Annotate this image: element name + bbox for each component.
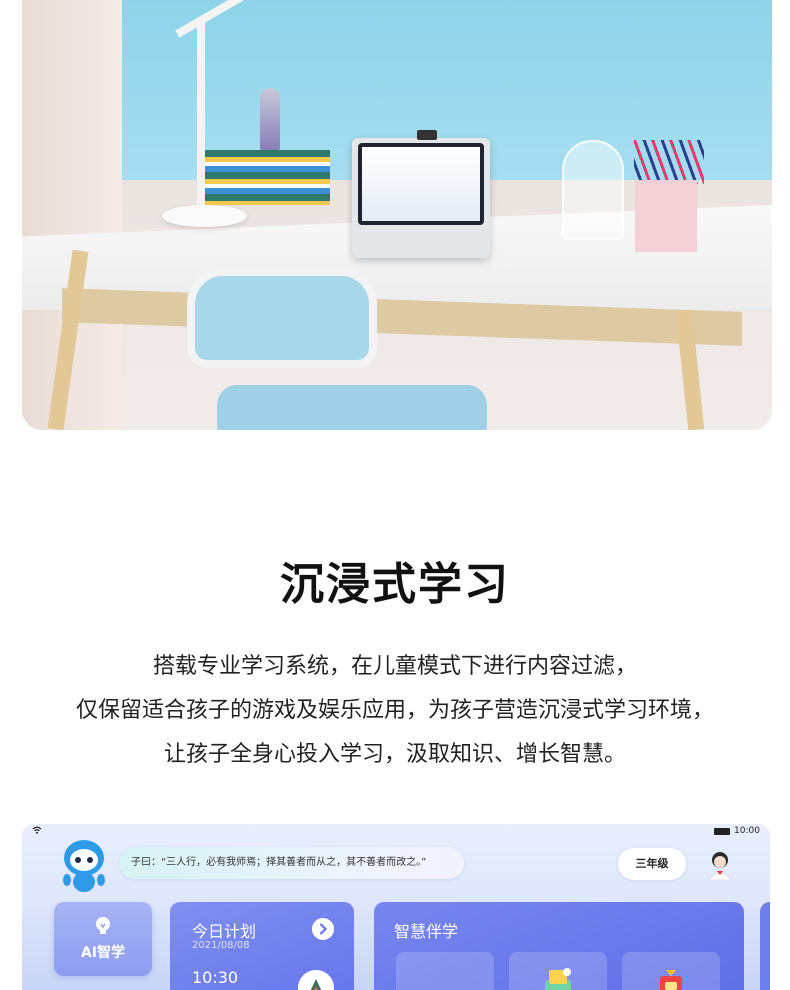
ai-learning-label: AI智学: [80, 945, 126, 961]
lamp-arm: [175, 0, 249, 38]
chevron-right-icon[interactable]: [312, 918, 334, 940]
camera: [417, 130, 437, 140]
description-line: 搭载专业学习系统，在儿童模式下进行内容过滤，: [152, 654, 637, 679]
rocket-toy: [260, 88, 280, 150]
pencil-cup: [635, 180, 697, 252]
lightbulb-icon: [96, 917, 110, 934]
battery-icon: [714, 828, 730, 835]
daily-quote: 子曰：“三人行，必有我师焉；择其善者而从之，其不善者而改之。”: [119, 847, 464, 879]
section-title: 沉浸式学习: [280, 559, 510, 610]
section-description: 搭载专业学习系统，在儿童模式下进行内容过滤， 仅保留适合孩子的游戏及娱乐应用，为…: [0, 645, 790, 777]
plan-date: 2021/08/08: [192, 940, 250, 951]
plan-title: 今日计划: [192, 922, 257, 941]
companion-title: 智慧伴学: [394, 922, 459, 941]
chair-back: [187, 268, 377, 368]
companion-tile[interactable]: [622, 952, 720, 990]
companion-tile[interactable]: [396, 952, 494, 990]
robot-mascot-icon[interactable]: [58, 836, 110, 896]
status-bar: 10:00: [22, 824, 770, 840]
next-card-peek[interactable]: [760, 902, 770, 990]
book-stack: [205, 150, 330, 205]
hero-photo: [22, 0, 772, 430]
today-plan-card[interactable]: 今日计划 2021/08/08 10:30: [170, 902, 354, 990]
desk-lamp: [197, 20, 205, 215]
status-time: 10:00: [734, 826, 760, 836]
reading-book-icon: [660, 970, 682, 990]
grade-selector-button[interactable]: 三年级: [618, 848, 686, 880]
smart-companion-card[interactable]: 智慧伴学: [374, 902, 744, 990]
chair-seat: [217, 385, 487, 430]
user-avatar[interactable]: [706, 850, 734, 880]
device-screen: [358, 143, 484, 225]
plan-time: 10:30: [192, 968, 239, 987]
pencils: [634, 140, 704, 184]
ai-learning-card[interactable]: AI智学: [54, 902, 152, 976]
smart-display-device: [352, 130, 490, 258]
lesson-thumbnail-icon: [298, 970, 334, 990]
glass-jar: [562, 140, 624, 240]
description-line: 让孩子全身心投入学习，汲取知识、增长智慧。: [163, 742, 626, 767]
description-line: 仅保留适合孩子的游戏及娱乐应用，为孩子营造沉浸式学习环境，: [75, 698, 714, 723]
wifi-icon: [32, 826, 42, 834]
lamp-base: [162, 205, 247, 227]
book-stack-icon: [545, 968, 571, 990]
tablet-ui: 10:00 子曰：“三人行，必有我师焉；择其善者而从之，其不善者而改之。” 三年…: [22, 824, 770, 990]
companion-tile[interactable]: [509, 952, 607, 990]
